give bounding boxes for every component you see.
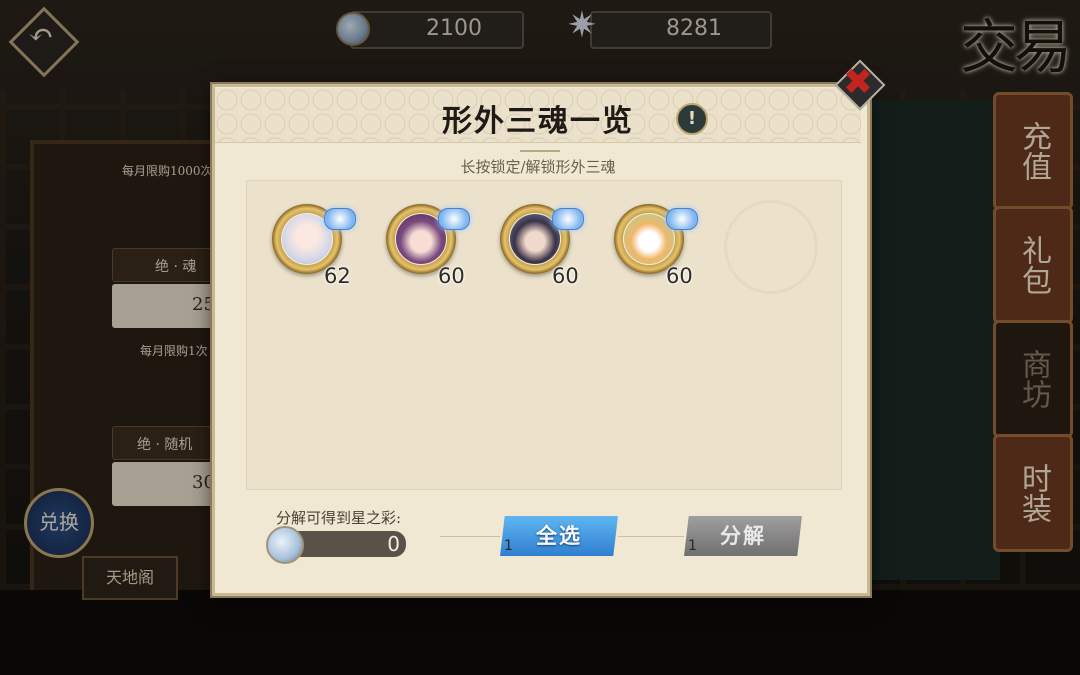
soul-item[interactable]: 60 [610,198,698,298]
soul-level: 60 [438,264,465,288]
soul-level: 62 [324,264,351,288]
dialog-title: 形外三魂一览 [442,104,634,139]
soul-grade-badge-icon [666,208,698,230]
info-icon[interactable]: ! [676,103,708,135]
button-deco-line [440,536,500,537]
close-icon: ✖ [842,62,874,103]
decompose-tag: 1 [688,538,697,554]
soul-level: 60 [552,264,579,288]
dialog-subtitle: 长按锁定/解锁形外三魂 [460,158,616,176]
select-all-button[interactable]: 全选 [500,516,618,556]
soul-item[interactable]: 60 [496,198,584,298]
yield-label: 分解可得到星之彩: [276,509,402,527]
soul-grade-badge-icon [438,208,470,230]
yield-value: 0 [387,532,400,556]
soul-level: 60 [666,264,693,288]
decompose-button[interactable]: 分解 [684,516,802,556]
subtitle-divider [520,150,560,152]
button-deco-line [618,536,684,537]
soul-grade-badge-icon [552,208,584,230]
select-all-tag: 1 [504,538,513,554]
empty-soul-slot-icon [724,200,818,294]
soul-item[interactable]: 62 [268,198,356,298]
close-button[interactable]: ✖ [834,59,886,111]
soul-grade-badge-icon [324,208,356,230]
soul-item[interactable]: 60 [382,198,470,298]
